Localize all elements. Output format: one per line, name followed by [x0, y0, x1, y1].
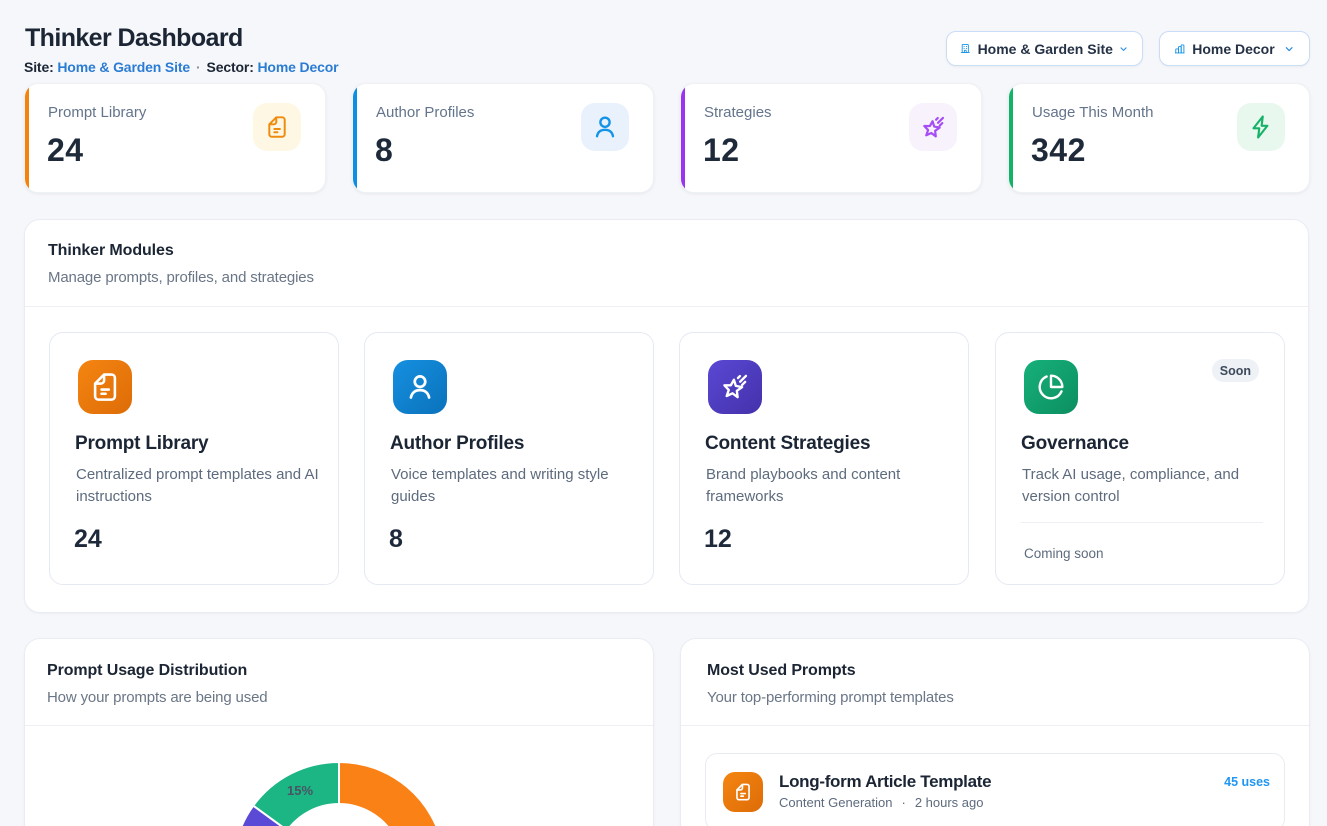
- svg-text:15%: 15%: [287, 783, 313, 798]
